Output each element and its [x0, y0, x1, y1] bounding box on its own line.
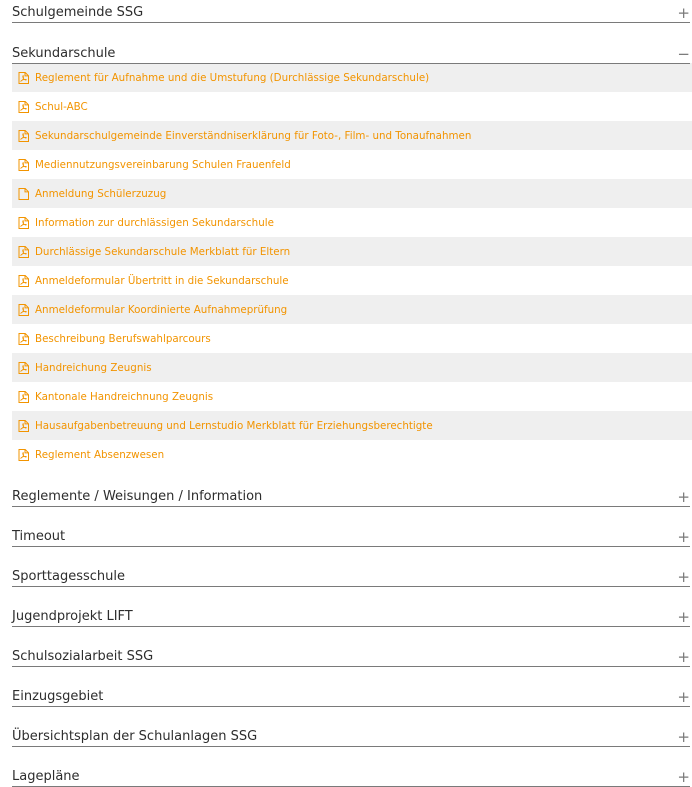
collapse-icon[interactable]: − [677, 47, 690, 62]
section-title: Schulsozialarbeit SSG [12, 649, 154, 664]
collapsed-section: Timeout + [0, 524, 692, 547]
document-label: Schul-ABC [35, 100, 88, 113]
document-link[interactable]: Anmeldung Schülerzuzug [18, 187, 167, 200]
document-label: Beschreibung Berufswahlparcours [35, 332, 211, 345]
expand-icon[interactable]: + [677, 610, 690, 625]
collapsed-section: Reglemente / Weisungen / Information + [0, 484, 692, 507]
section-title: Einzugsgebiet [12, 689, 104, 704]
document-row: Reglement für Aufnahme und die Umstufung… [12, 63, 692, 92]
pdf-icon [18, 158, 29, 171]
section-title: Timeout [12, 529, 66, 544]
document-row: Anmeldung Schülerzuzug [12, 179, 692, 208]
pdf-icon [18, 390, 29, 403]
expand-icon[interactable]: + [677, 6, 690, 21]
section-title: Jugendprojekt LIFT [12, 609, 133, 624]
pdf-icon [18, 216, 29, 229]
document-label: Anmeldeformular Übertritt in die Sekunda… [35, 274, 289, 287]
section-header[interactable]: Übersichtsplan der Schulanlagen SSG + [12, 724, 690, 747]
section-header[interactable]: Sporttagesschule + [12, 564, 690, 587]
section-title: Übersichtsplan der Schulanlagen SSG [12, 729, 258, 744]
document-link[interactable]: Sekundarschulgemeinde Einverständniserkl… [18, 129, 472, 142]
document-row: Anmeldeformular Koordinierte Aufnahmeprü… [12, 295, 692, 324]
document-link[interactable]: Handreichung Zeugnis [18, 361, 152, 374]
document-row: Reglement Absenzwesen [12, 440, 692, 469]
section-title: Schulgemeinde SSG [12, 5, 144, 20]
pdf-icon [18, 303, 29, 316]
expand-icon[interactable]: + [677, 570, 690, 585]
section-title: Lagepläne [12, 769, 80, 784]
collapsed-section: Lagepläne + [0, 764, 692, 787]
expand-icon[interactable]: + [677, 770, 690, 785]
document-row: Anmeldeformular Übertritt in die Sekunda… [12, 266, 692, 295]
collapsed-section: Einzugsgebiet + [0, 684, 692, 707]
document-list: Reglement für Aufnahme und die Umstufung… [12, 63, 692, 469]
pdf-icon [18, 129, 29, 142]
document-label: Hausaufgabenbetreuung und Lernstudio Mer… [35, 419, 433, 432]
document-link[interactable]: Schul-ABC [18, 100, 88, 113]
document-label: Reglement für Aufnahme und die Umstufung… [35, 71, 430, 84]
document-row: Mediennutzungsvereinbarung Schulen Fraue… [12, 150, 692, 179]
document-row: Handreichung Zeugnis [12, 353, 692, 382]
section-title: Reglemente / Weisungen / Information [12, 489, 263, 504]
document-row: Kantonale Handreichnung Zeugnis [12, 382, 692, 411]
pdf-icon [18, 245, 29, 258]
collapsed-section: Sporttagesschule + [0, 564, 692, 587]
document-label: Durchlässige Sekundarschule Merkblatt fü… [35, 245, 291, 258]
document-row: Hausaufgabenbetreuung und Lernstudio Mer… [12, 411, 692, 440]
expand-icon[interactable]: + [677, 490, 690, 505]
document-link[interactable]: Kantonale Handreichnung Zeugnis [18, 390, 214, 403]
collapsed-section: Jugendprojekt LIFT + [0, 604, 692, 627]
document-label: Reglement Absenzwesen [35, 448, 165, 461]
expand-icon[interactable]: + [677, 730, 690, 745]
document-label: Kantonale Handreichnung Zeugnis [35, 390, 214, 403]
section-sekundarschule: Sekundarschule − Reglement für Aufnahme … [0, 41, 692, 469]
document-row: Durchlässige Sekundarschule Merkblatt fü… [12, 237, 692, 266]
document-link[interactable]: Mediennutzungsvereinbarung Schulen Fraue… [18, 158, 291, 171]
document-link[interactable]: Hausaufgabenbetreuung und Lernstudio Mer… [18, 419, 433, 432]
document-link[interactable]: Beschreibung Berufswahlparcours [18, 332, 211, 345]
section-header[interactable]: Einzugsgebiet + [12, 684, 690, 707]
document-link[interactable]: Information zur durchlässigen Sekundarsc… [18, 216, 274, 229]
document-link[interactable]: Reglement Absenzwesen [18, 448, 165, 461]
section-schulgemeinde: Schulgemeinde SSG + [0, 0, 692, 23]
document-label: Information zur durchlässigen Sekundarsc… [35, 216, 274, 229]
pdf-icon [18, 332, 29, 345]
document-row: Sekundarschulgemeinde Einverständniserkl… [12, 121, 692, 150]
section-header-sekundarschule[interactable]: Sekundarschule − [12, 41, 690, 64]
section-header[interactable]: Lagepläne + [12, 764, 690, 787]
document-link[interactable]: Reglement für Aufnahme und die Umstufung… [18, 71, 430, 84]
document-label: Handreichung Zeugnis [35, 361, 152, 374]
pdf-icon [18, 100, 29, 113]
document-label: Mediennutzungsvereinbarung Schulen Fraue… [35, 158, 291, 171]
document-label: Sekundarschulgemeinde Einverständniserkl… [35, 129, 472, 142]
document-row: Schul-ABC [12, 92, 692, 121]
pdf-icon [18, 448, 29, 461]
accordion: Schulgemeinde SSG + Sekundarschule − Reg… [0, 0, 692, 787]
section-header[interactable]: Reglemente / Weisungen / Information + [12, 484, 690, 507]
section-title: Sekundarschule [12, 46, 116, 61]
expand-icon[interactable]: + [677, 690, 690, 705]
document-link[interactable]: Anmeldeformular Übertritt in die Sekunda… [18, 274, 289, 287]
collapsed-section: Übersichtsplan der Schulanlagen SSG + [0, 724, 692, 747]
section-title: Sporttagesschule [12, 569, 125, 584]
collapsed-section: Schulsozialarbeit SSG + [0, 644, 692, 667]
document-link[interactable]: Anmeldeformular Koordinierte Aufnahmeprü… [18, 303, 288, 316]
document-row: Beschreibung Berufswahlparcours [12, 324, 692, 353]
expand-icon[interactable]: + [677, 650, 690, 665]
collapsed-sections: Reglemente / Weisungen / Information + Tim… [0, 484, 692, 787]
document-link[interactable]: Durchlässige Sekundarschule Merkblatt fü… [18, 245, 291, 258]
pdf-icon [18, 419, 29, 432]
section-header-schulgemeinde[interactable]: Schulgemeinde SSG + [12, 0, 690, 23]
pdf-icon [18, 361, 29, 374]
document-label: Anmeldung Schülerzuzug [35, 187, 167, 200]
section-header[interactable]: Jugendprojekt LIFT + [12, 604, 690, 627]
document-icon [18, 187, 29, 200]
document-row: Information zur durchlässigen Sekundarsc… [12, 208, 692, 237]
document-label: Anmeldeformular Koordinierte Aufnahmeprü… [35, 303, 288, 316]
expand-icon[interactable]: + [677, 530, 690, 545]
pdf-icon [18, 274, 29, 287]
section-header[interactable]: Timeout + [12, 524, 690, 547]
pdf-icon [18, 71, 29, 84]
section-header[interactable]: Schulsozialarbeit SSG + [12, 644, 690, 667]
